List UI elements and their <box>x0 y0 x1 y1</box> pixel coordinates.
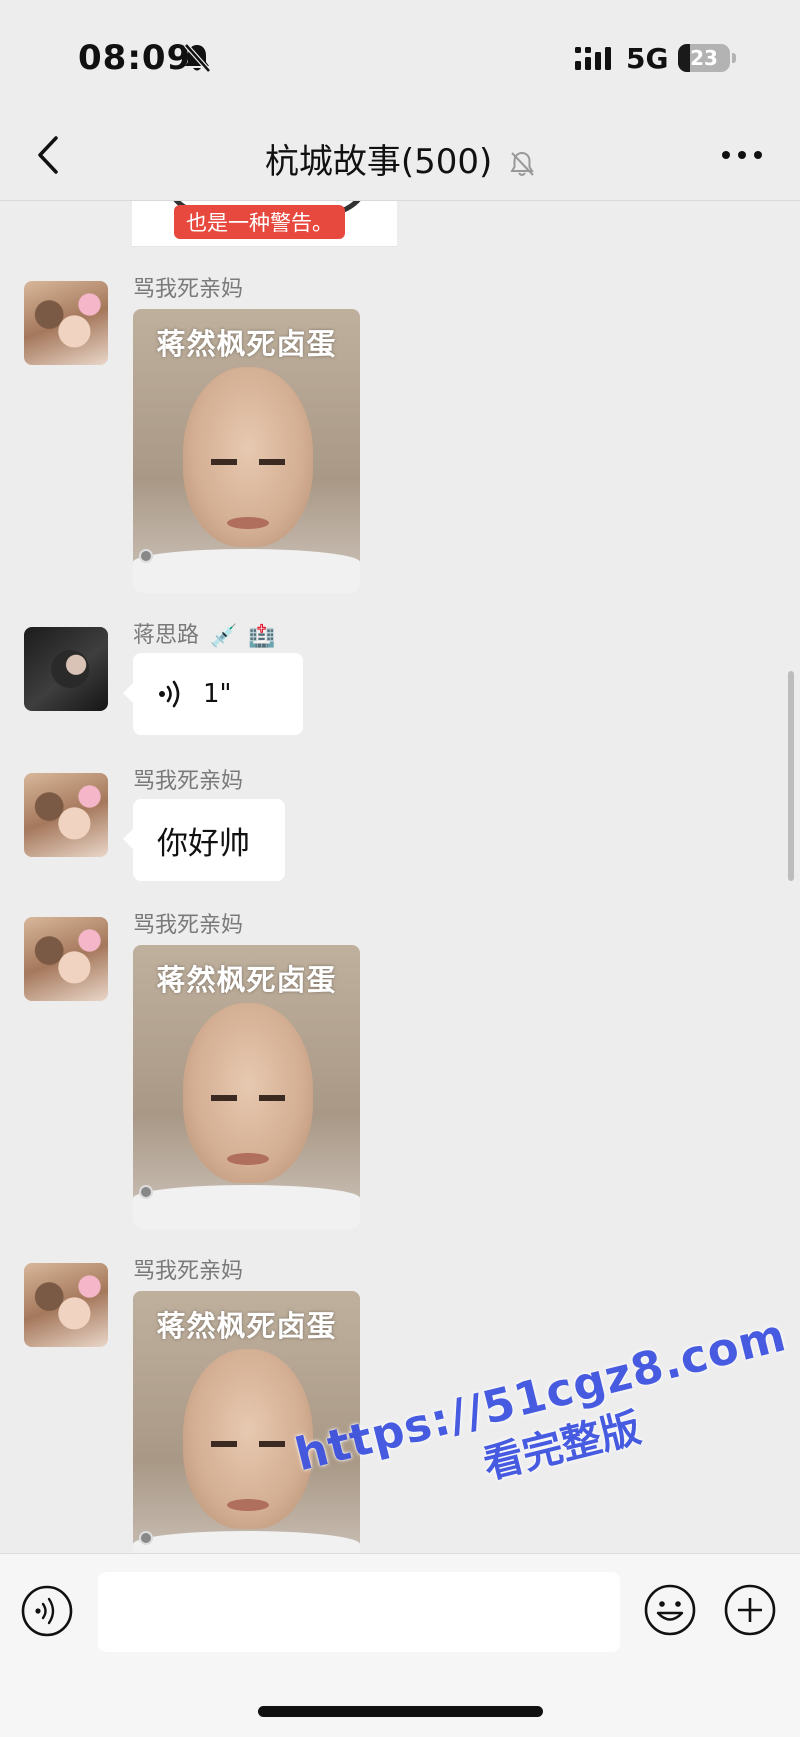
video-face-image <box>183 1003 313 1183</box>
image-caption: 也是一种警告。 <box>174 205 345 239</box>
video-caption: 蒋然枫死卤蛋 <box>156 1309 337 1343</box>
sender-name: 骂我死亲妈 <box>133 913 244 938</box>
video-shirt-image <box>133 549 360 593</box>
sender-name: 骂我死亲妈 <box>133 769 244 794</box>
scrollbar[interactable] <box>788 671 794 881</box>
video-indicator-icon <box>139 549 153 563</box>
avatar[interactable] <box>24 1263 108 1347</box>
partial-image-message[interactable]: 也是一种警告。 <box>132 201 397 247</box>
video-indicator-icon <box>139 1185 153 1199</box>
avatar[interactable] <box>24 281 108 365</box>
avatar[interactable] <box>24 627 108 711</box>
battery-tip <box>732 53 736 63</box>
network-label: 5G <box>626 42 669 75</box>
video-face-image <box>183 1349 313 1529</box>
avatar[interactable] <box>24 917 108 1001</box>
bell-off-icon <box>184 43 211 73</box>
video-caption: 蒋然枫死卤蛋 <box>156 327 337 361</box>
sender-name: 蒋思路 <box>133 623 200 648</box>
status-time: 08:09 <box>78 38 192 78</box>
voice-icon[interactable] <box>20 1584 74 1638</box>
home-indicator[interactable] <box>258 1706 543 1717</box>
emoji-icon[interactable] <box>642 1582 698 1638</box>
voice-wave-icon <box>159 680 180 708</box>
message-text: 你好帅 <box>157 825 250 862</box>
battery-level: 23 <box>690 46 718 70</box>
more-dots-icon[interactable] <box>712 132 772 178</box>
signal-icon <box>575 47 611 70</box>
plus-icon[interactable] <box>722 1582 778 1638</box>
message-input[interactable] <box>98 1572 620 1652</box>
video-face-image <box>183 367 313 547</box>
video-shirt-image <box>133 1185 360 1229</box>
input-bar <box>0 1553 800 1737</box>
video-shirt-image <box>133 1531 360 1553</box>
chat-title: 杭城故事(500) <box>264 142 493 182</box>
hospital-icon: 🏥 <box>248 623 276 649</box>
video-indicator-icon <box>139 1531 153 1545</box>
video-caption: 蒋然枫死卤蛋 <box>156 963 337 997</box>
video-message[interactable]: 蒋然枫死卤蛋 <box>133 945 360 1229</box>
sender-name: 骂我死亲妈 <box>133 1259 244 1284</box>
sender-name-container: 蒋思路 💉 🏥 <box>133 617 276 649</box>
message-list[interactable]: 也是一种警告。 骂我死亲妈 蒋然枫死卤蛋 蒋思路 💉 🏥 1" 骂我死亲妈 你好… <box>0 201 800 1553</box>
video-message[interactable]: 蒋然枫死卤蛋 <box>133 1291 360 1553</box>
voice-duration: 1" <box>203 679 232 709</box>
status-bar: 08:09 5G 23 <box>0 0 800 110</box>
syringe-icon: 💉 <box>210 623 238 649</box>
bell-off-icon <box>510 151 534 176</box>
text-message-bubble[interactable]: 你好帅 <box>123 799 285 881</box>
chat-title-container: 杭城故事(500) <box>0 134 800 183</box>
sender-name: 骂我死亲妈 <box>133 277 244 302</box>
video-message[interactable]: 蒋然枫死卤蛋 <box>133 309 360 593</box>
chat-header: 杭城故事(500) <box>0 110 800 201</box>
voice-message-bubble[interactable]: 1" <box>123 653 303 735</box>
avatar[interactable] <box>24 773 108 857</box>
battery-icon: 23 <box>678 44 730 72</box>
